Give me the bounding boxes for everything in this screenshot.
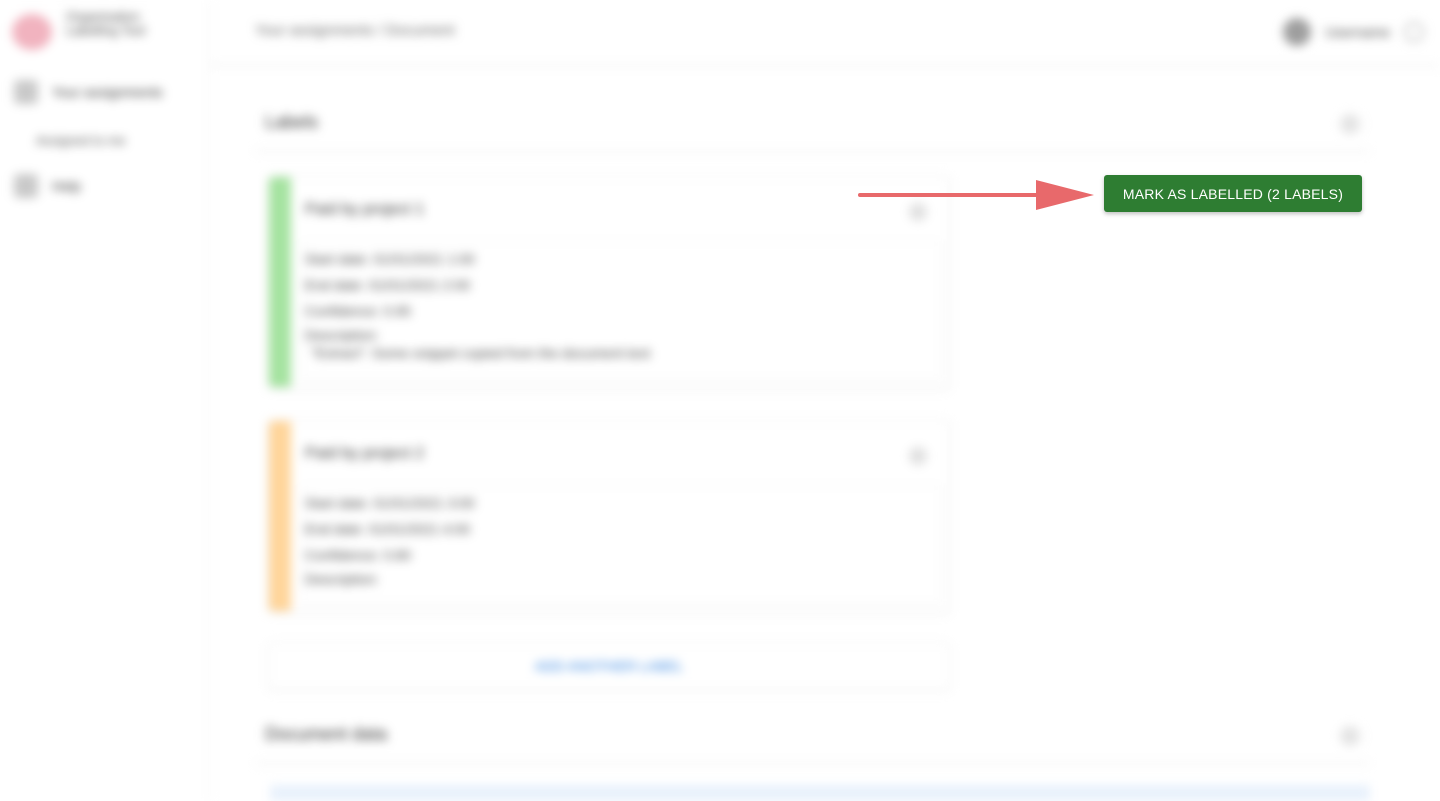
logo-icon xyxy=(12,14,52,50)
label-description-value: "Extract": Some snippet copied from the … xyxy=(311,345,651,361)
section-title: Labels xyxy=(265,112,319,132)
sidebar-item-assignments[interactable]: Your assignments xyxy=(14,80,163,104)
label-card-title: Paid by project 2 xyxy=(305,445,425,462)
add-label-button[interactable]: ADD ANOTHER LABEL xyxy=(268,642,950,690)
label-color-stripe xyxy=(269,177,291,387)
label-card: Paid by project 1 Start date: 01/01/2021… xyxy=(268,176,950,388)
label-confidence: Confidence: 0.95 xyxy=(305,303,411,319)
collapse-icon[interactable] xyxy=(909,447,927,465)
user-menu[interactable]: Username xyxy=(1283,18,1424,46)
document-data-panel xyxy=(270,785,1370,801)
assignment-icon xyxy=(14,80,38,104)
arrow-right-icon xyxy=(858,180,1094,210)
logo-text: Organisation Labelling Tool xyxy=(66,9,146,38)
top-bar: Your assignments / Document Username xyxy=(211,0,1440,65)
sidebar-item-label: Your assignments xyxy=(52,84,163,100)
label-end: End date: 01/01/2021 4:00 xyxy=(305,521,471,537)
sidebar: Organisation Labelling Tool Your assignm… xyxy=(0,0,211,801)
label-start: Start date: 01/01/2021 3:00 xyxy=(305,495,475,511)
collapse-icon[interactable] xyxy=(1340,726,1360,746)
label-description-label: Description: xyxy=(305,571,379,587)
chevron-down-icon[interactable] xyxy=(1404,22,1424,42)
label-color-stripe xyxy=(269,421,291,611)
label-card-title: Paid by project 1 xyxy=(305,201,425,218)
mark-as-labelled-button[interactable]: MARK AS LABELLED (2 LABELS) xyxy=(1104,175,1362,212)
label-confidence: Confidence: 0.80 xyxy=(305,547,411,563)
document-section-header[interactable]: Document data xyxy=(255,710,1370,763)
sidebar-item-assigned-to-me[interactable]: Assigned to me xyxy=(36,133,126,148)
labels-section-header[interactable]: Labels xyxy=(255,98,1370,151)
label-card: Paid by project 2 Start date: 01/01/2021… xyxy=(268,420,950,612)
help-icon xyxy=(14,174,38,198)
sidebar-item-label: Help xyxy=(52,178,81,194)
collapse-icon[interactable] xyxy=(1340,114,1360,134)
avatar xyxy=(1283,18,1312,46)
breadcrumb[interactable]: Your assignments / Document xyxy=(255,22,455,39)
user-name: Username xyxy=(1325,24,1390,40)
label-end: End date: 01/01/2021 2:00 xyxy=(305,277,471,293)
sidebar-item-help[interactable]: Help xyxy=(14,174,81,198)
label-start: Start date: 01/01/2021 1:00 xyxy=(305,251,475,267)
label-description-label: Description: xyxy=(305,327,379,343)
section-title: Document data xyxy=(265,724,388,744)
